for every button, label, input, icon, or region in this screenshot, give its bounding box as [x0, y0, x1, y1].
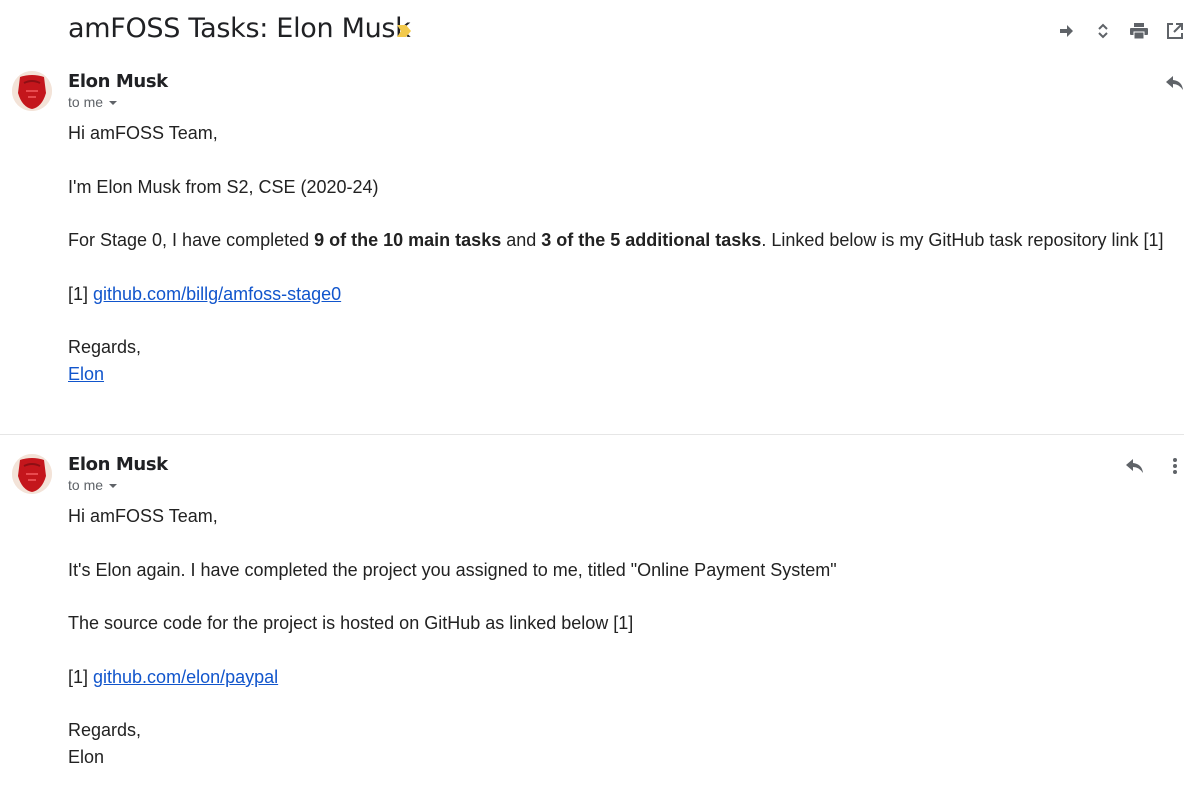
reply-icon[interactable]: [1164, 72, 1186, 94]
important-label-icon[interactable]: [396, 24, 412, 38]
reference-prefix: [1]: [68, 667, 94, 687]
message-closing: Regards,: [68, 720, 142, 740]
message-greeting: Hi amFOSS Team,: [68, 506, 218, 526]
recipient-details[interactable]: to me: [68, 94, 118, 110]
expand-collapse-icon[interactable]: [1092, 20, 1114, 42]
text-segment: For Stage 0, I have completed: [68, 230, 315, 250]
signature-link[interactable]: Elon: [68, 364, 104, 384]
reference-line: [1] github.com/billg/amfoss-stage0: [68, 284, 341, 305]
thread-subject: amFOSS Tasks: Elon Musk: [68, 13, 411, 44]
chevron-down-icon: [109, 484, 118, 488]
text-segment: . Linked below is my GitHub task reposit…: [761, 230, 1164, 250]
recipient-label: to me: [68, 477, 104, 493]
reference-prefix: [1]: [68, 284, 94, 304]
sender-avatar[interactable]: [12, 71, 52, 111]
repository-link[interactable]: github.com/billg/amfoss-stage0: [93, 284, 341, 304]
forward-arrow-icon[interactable]: [1056, 20, 1078, 42]
thread-header: amFOSS Tasks: Elon Musk: [0, 0, 1193, 62]
message-text: The source code for the project is hoste…: [68, 613, 634, 633]
reference-line: [1] github.com/elon/paypal: [68, 667, 278, 688]
message-text: It's Elon again. I have completed the pr…: [68, 560, 837, 580]
signature-line: Elon: [68, 364, 104, 385]
sender-avatar[interactable]: [12, 454, 52, 494]
repository-link[interactable]: github.com/elon/paypal: [93, 667, 278, 687]
sender-name: Elon Musk: [68, 454, 168, 475]
signature-text: Elon: [68, 747, 105, 767]
recipient-label: to me: [68, 94, 104, 110]
open-in-new-window-icon[interactable]: [1164, 20, 1186, 42]
reply-icon[interactable]: [1124, 455, 1146, 477]
more-options-icon[interactable]: [1164, 455, 1186, 477]
text-segment: and: [501, 230, 542, 250]
print-icon[interactable]: [1128, 20, 1150, 42]
message-closing: Regards,: [68, 337, 142, 357]
message-text: I'm Elon Musk from S2, CSE (2020-24): [68, 177, 379, 197]
message-divider: [0, 434, 1184, 435]
sender-name: Elon Musk: [68, 71, 168, 92]
message-greeting: Hi amFOSS Team,: [68, 123, 218, 143]
recipient-details[interactable]: to me: [68, 477, 118, 493]
bold-text: 3 of the 5 additional tasks: [541, 230, 762, 250]
bold-text: 9 of the 10 main tasks: [314, 230, 502, 250]
chevron-down-icon: [109, 101, 118, 105]
message-text: For Stage 0, I have completed 9 of the 1…: [68, 230, 1164, 251]
